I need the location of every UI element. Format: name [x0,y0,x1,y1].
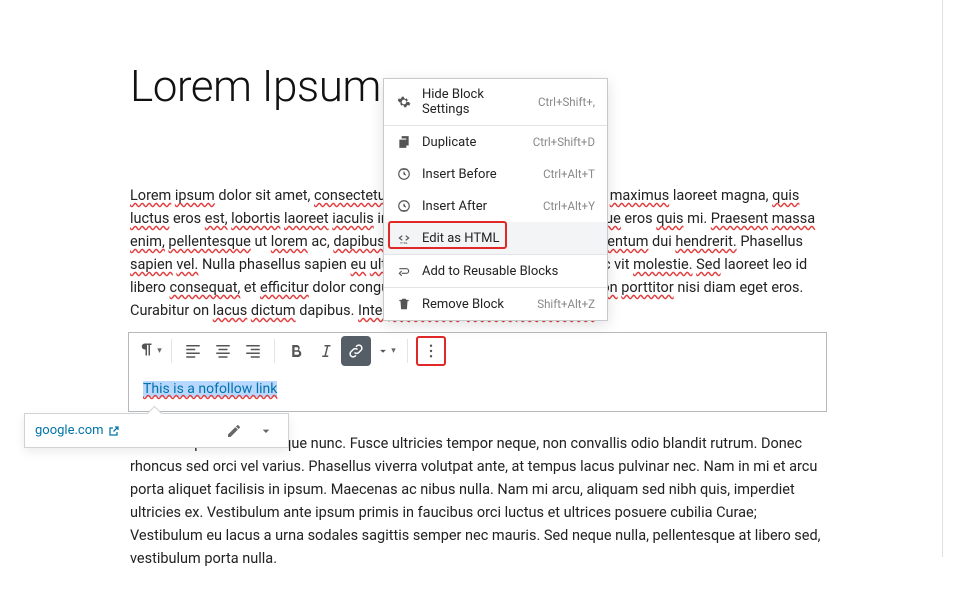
align-center-button[interactable] [208,336,238,366]
align-right-button[interactable] [238,336,268,366]
link-edit-button[interactable] [222,419,246,443]
menu-item-remove-block[interactable]: Remove Block Shift+Alt+Z [384,288,607,320]
scrollbar-edge [942,0,943,557]
menu-shortcut: Ctrl+Shift+, [538,95,595,109]
chevron-down-icon [258,423,274,439]
link-settings-button[interactable] [254,419,278,443]
link-button[interactable] [341,336,371,366]
more-options-button[interactable] [416,336,446,366]
link-popover: google.com [24,413,289,448]
align-left-icon [184,342,202,360]
menu-item-insert-after[interactable]: Insert After Ctrl+Alt+Y [384,190,607,222]
insert-before-icon [396,166,412,182]
menu-item-add-reusable[interactable]: Add to Reusable Blocks [384,255,607,287]
html-icon: HTML [396,230,412,246]
menu-item-insert-before[interactable]: Insert Before Ctrl+Alt+T [384,158,607,190]
paragraph-block-2[interactable]: Pellentesque ut scelerisque nunc. Fusce … [130,432,825,570]
menu-label: Remove Block [422,297,527,312]
menu-shortcut: Ctrl+Shift+D [533,135,595,149]
menu-label: Insert Before [422,167,533,182]
menu-label: Insert After [422,199,533,214]
block-content[interactable]: This is a nofollow link [129,369,826,411]
menu-label: Hide Block Settings [422,87,528,117]
menu-item-duplicate[interactable]: Duplicate Ctrl+Shift+D [384,126,607,158]
external-link-icon [108,425,120,437]
italic-icon [317,342,335,360]
menu-item-hide-block-settings[interactable]: Hide Block Settings Ctrl+Shift+, [384,79,607,125]
menu-item-edit-as-html[interactable]: HTML Edit as HTML [384,222,607,254]
menu-label: Add to Reusable Blocks [422,264,595,279]
link-icon [347,342,365,360]
trash-icon [396,296,412,312]
block-options-menu: Hide Block Settings Ctrl+Shift+, Duplica… [383,78,608,321]
menu-shortcut: Ctrl+Alt+Y [543,199,595,213]
reusable-icon [396,263,412,279]
pilcrow-icon [138,342,156,360]
align-left-button[interactable] [178,336,208,366]
block-toolbar [129,333,826,369]
menu-shortcut: Shift+Alt+Z [537,297,595,311]
active-block: This is a nofollow link [128,332,827,412]
chevron-down-icon [376,344,390,358]
more-rich-text-button[interactable] [371,336,401,366]
insert-after-icon [396,198,412,214]
bold-button[interactable] [281,336,311,366]
align-center-icon [214,342,232,360]
link-url[interactable]: google.com [35,423,214,438]
menu-label: Duplicate [422,135,523,150]
svg-text:HTML: HTML [400,241,408,245]
align-right-icon [244,342,262,360]
block-type-button[interactable] [135,336,165,366]
ellipsis-vertical-icon [422,342,440,360]
bold-icon [287,342,305,360]
nofollow-link-text[interactable]: This is a nofollow link [143,381,277,397]
menu-shortcut: Ctrl+Alt+T [543,167,595,181]
menu-label: Edit as HTML [422,231,595,246]
duplicate-icon [396,134,412,150]
italic-button[interactable] [311,336,341,366]
gear-icon [396,94,412,110]
pencil-icon [226,423,242,439]
link-url-text: google.com [35,423,104,438]
